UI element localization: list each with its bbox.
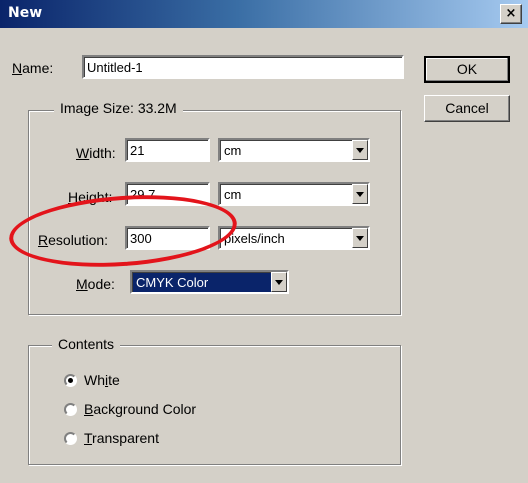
chevron-down-icon[interactable] [352, 228, 368, 248]
radio-white-label-rest: te [108, 372, 120, 388]
height-unit-value: cm [224, 187, 242, 202]
width-label: Width: [76, 145, 116, 161]
width-input[interactable]: 21 [125, 138, 210, 162]
mode-label: Mode: [76, 276, 115, 292]
radio-background-label-mnemonic: B [84, 401, 94, 417]
radio-background-label-rest: ackground Color [93, 401, 197, 417]
chevron-down-icon[interactable] [271, 272, 287, 292]
resolution-unit-value: pixels/inch [224, 231, 285, 246]
contents-title: Contents [52, 336, 121, 352]
width-label-rest: idth: [89, 145, 116, 161]
radio-transparent-label-mnemonic: T [84, 430, 93, 446]
mode-select[interactable]: CMYK Color [130, 270, 289, 294]
title-bar: New × [0, 0, 528, 28]
width-unit-value: cm [224, 143, 242, 158]
radio-white[interactable] [64, 374, 77, 387]
radio-white-label-pre: Wh [84, 372, 105, 388]
radio-transparent-label-rest: ransparent [92, 430, 159, 446]
mode-label-rest: ode: [87, 276, 115, 292]
radio-transparent[interactable] [64, 432, 77, 445]
radio-background-color-label[interactable]: Background Color [84, 401, 196, 417]
mode-label-mnemonic: M [76, 276, 88, 292]
chevron-down-icon[interactable] [352, 140, 368, 160]
name-label: Name: [12, 60, 53, 76]
radio-white-label[interactable]: White [84, 372, 120, 388]
width-label-mnemonic: W [76, 145, 90, 161]
name-label-rest: ame: [22, 60, 54, 76]
name-label-mnemonic: N [12, 60, 23, 76]
mode-value: CMYK Color [136, 275, 209, 290]
name-input[interactable]: Untitled-1 [82, 55, 404, 79]
dialog-title: New [8, 5, 43, 21]
cancel-button[interactable]: Cancel [424, 95, 510, 122]
radio-transparent-label[interactable]: Transparent [84, 430, 159, 446]
ok-button[interactable]: OK [424, 56, 510, 83]
close-icon: × [505, 6, 517, 21]
chevron-down-icon[interactable] [352, 184, 368, 204]
width-unit-select[interactable]: cm [218, 138, 370, 162]
image-size-title: Image Size: 33.2M [54, 100, 183, 116]
radio-background-color[interactable] [64, 403, 77, 416]
close-button[interactable]: × [500, 4, 522, 24]
height-unit-select[interactable]: cm [218, 182, 370, 206]
resolution-unit-select[interactable]: pixels/inch [218, 226, 370, 250]
